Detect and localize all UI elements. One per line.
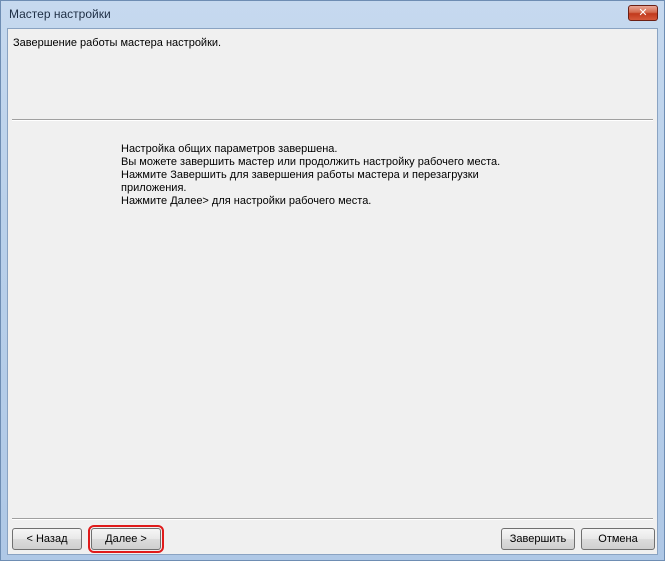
- message-line: Вы можете завершить мастер или продолжит…: [121, 156, 501, 168]
- wizard-window: Мастер настройки ✕ Завершение работы мас…: [0, 0, 665, 561]
- message-line: Нажмите Далее> для настройки рабочего ме…: [121, 195, 372, 207]
- message-line: Настройка общих параметров завершена.: [121, 143, 338, 155]
- next-button[interactable]: Далее >: [88, 525, 164, 553]
- window-title: Мастер настройки: [9, 7, 111, 21]
- wizard-client-area: Завершение работы мастера настройки. Нас…: [7, 28, 658, 555]
- header-divider: [12, 119, 653, 121]
- back-button[interactable]: < Назад: [12, 528, 82, 550]
- message-line: приложения.: [121, 182, 187, 194]
- message-line: Нажмите Завершить для завершения работы …: [121, 169, 479, 181]
- wizard-header-text: Завершение работы мастера настройки.: [13, 37, 222, 49]
- finish-button[interactable]: Завершить: [501, 528, 575, 550]
- footer-divider: [12, 518, 653, 520]
- close-button[interactable]: ✕: [628, 5, 658, 21]
- wizard-message: Настройка общих параметров завершена. Вы…: [121, 143, 521, 208]
- close-icon: ✕: [638, 6, 648, 19]
- cancel-button[interactable]: Отмена: [581, 528, 655, 550]
- title-bar[interactable]: Мастер настройки ✕: [1, 1, 664, 28]
